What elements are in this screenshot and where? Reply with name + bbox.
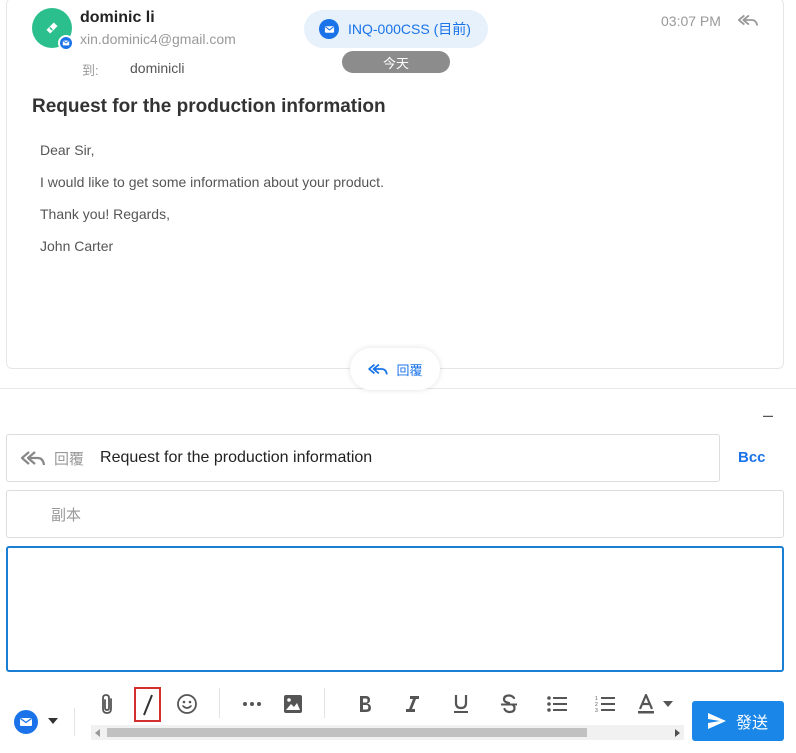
scroll-right-icon[interactable]: [675, 729, 680, 737]
bullet-list-icon: [547, 696, 567, 712]
to-label: 到:: [82, 63, 99, 78]
mail-icon: [14, 710, 38, 734]
body-line: Dear Sir,: [40, 142, 95, 158]
more-button[interactable]: [240, 692, 264, 716]
email-time: 03:07 PM: [661, 13, 721, 29]
toolbar-horizontal-scrollbar[interactable]: [91, 725, 684, 740]
compose-body-input[interactable]: [6, 546, 784, 672]
slash-command-button[interactable]: [134, 687, 161, 722]
body-line: I would like to get some information abo…: [40, 174, 384, 190]
mail-badge-icon: [58, 35, 74, 51]
svg-text:3: 3: [595, 708, 598, 713]
send-button-label: 發送: [735, 715, 768, 732]
send-button[interactable]: 發送: [692, 701, 784, 741]
numbered-list-button[interactable]: 1 2 3: [593, 692, 617, 716]
account-dropdown-button[interactable]: [45, 713, 61, 729]
bullet-list-button[interactable]: [545, 692, 569, 716]
image-icon: [284, 695, 302, 713]
cc-placeholder: 副本: [51, 506, 82, 524]
caret-down-icon: [663, 701, 673, 707]
numbered-list-icon: 1 2 3: [595, 696, 615, 713]
slash-icon: [142, 694, 153, 715]
insert-image-button[interactable]: [281, 692, 305, 716]
attach-button[interactable]: [95, 691, 119, 717]
underline-icon: [454, 695, 468, 713]
reply-subject-field[interactable]: 回覆 Request for the production informatio…: [6, 434, 720, 482]
cc-field[interactable]: 副本: [6, 490, 784, 538]
font-color-icon: [638, 694, 654, 714]
inquiry-tag-label: INQ-000CSS (目前): [348, 21, 471, 37]
emoji-icon: [177, 694, 197, 714]
email-message-card: dominic li xin.dominic4@gmail.com 到: dom…: [6, 0, 784, 369]
font-color-dropdown[interactable]: [661, 697, 675, 711]
toolbar-separator: [219, 688, 220, 718]
minimize-button[interactable]: –: [763, 405, 773, 426]
reply-all-icon[interactable]: [20, 449, 46, 467]
reply-all-icon[interactable]: [737, 11, 759, 29]
body-line: John Carter: [40, 238, 114, 254]
strikethrough-icon: [501, 694, 517, 714]
italic-icon: [406, 696, 419, 712]
bold-button[interactable]: [353, 692, 377, 716]
mail-icon: [319, 19, 339, 39]
scrollbar-thumb[interactable]: [107, 728, 587, 737]
scroll-left-icon[interactable]: [95, 729, 100, 737]
reply-button-label: 回覆: [396, 362, 423, 378]
subject-input[interactable]: Request for the production information: [100, 449, 372, 467]
ticket-icon: [46, 22, 58, 34]
sender-account-button[interactable]: [13, 709, 39, 735]
send-icon: [707, 713, 726, 729]
to-recipient: dominicli: [130, 60, 185, 76]
reply-button[interactable]: 回覆: [350, 348, 440, 390]
more-icon: [243, 702, 261, 706]
underline-button[interactable]: [449, 692, 473, 716]
inquiry-tag[interactable]: INQ-000CSS (目前): [304, 10, 488, 48]
attach-icon: [102, 694, 112, 714]
sender-name: dominic li: [80, 9, 155, 26]
toolbar-separator: [74, 708, 75, 736]
font-color-button[interactable]: [634, 692, 658, 716]
sender-email: xin.dominic4@gmail.com: [80, 31, 236, 47]
emoji-button[interactable]: [175, 692, 199, 716]
italic-button[interactable]: [400, 692, 424, 716]
email-subject: Request for the production information: [32, 96, 386, 117]
reply-mode-label: 回覆: [54, 450, 85, 468]
bold-icon: [360, 696, 371, 712]
bcc-button[interactable]: Bcc: [738, 449, 766, 466]
date-pill: 今天: [342, 51, 450, 73]
body-line: Thank you! Regards,: [40, 206, 170, 222]
email-reply-screen: dominic li xin.dominic4@gmail.com 到: dom…: [0, 0, 796, 753]
reply-all-icon: [368, 363, 389, 375]
toolbar-separator: [324, 688, 325, 718]
caret-down-icon: [48, 718, 58, 724]
email-body: Dear Sir, I would like to get some infor…: [40, 142, 384, 270]
strikethrough-button[interactable]: [497, 692, 521, 716]
